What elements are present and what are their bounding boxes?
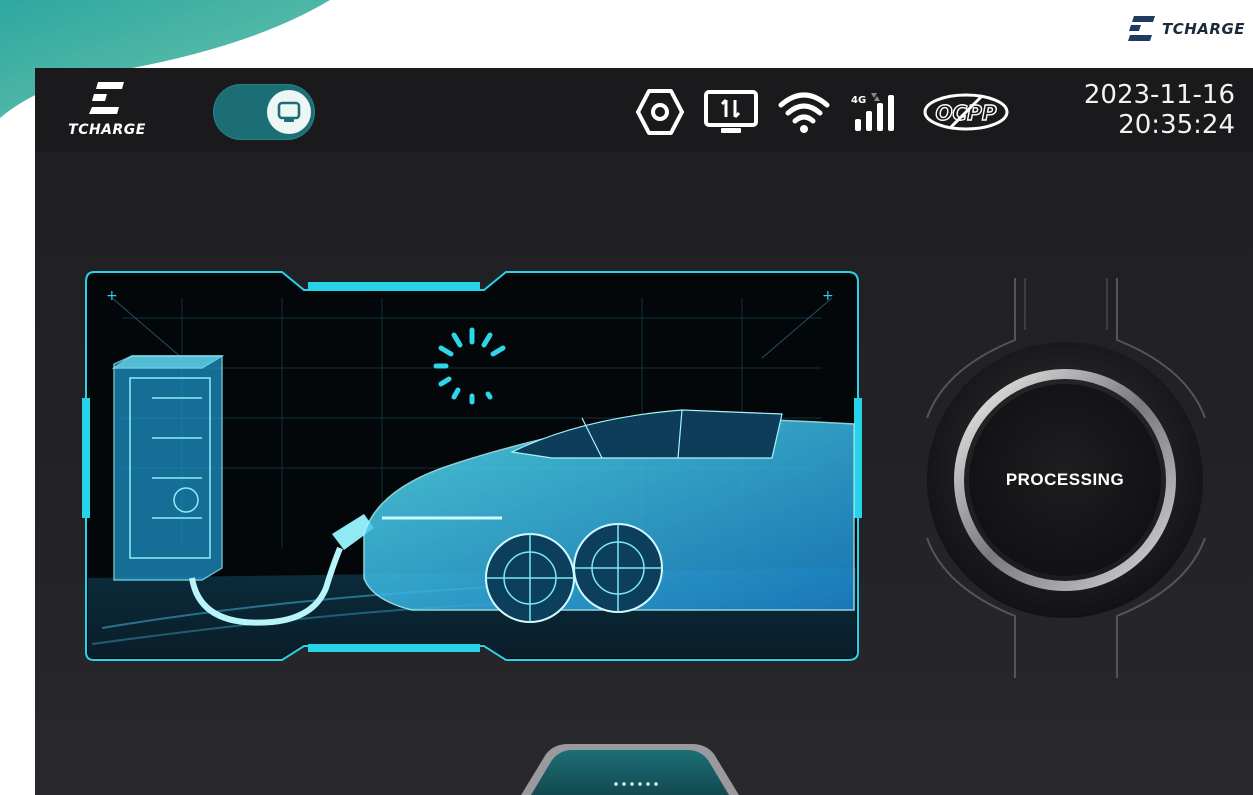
brand-header: TCHARGE	[1127, 16, 1245, 42]
svg-text:+: +	[106, 288, 118, 304]
wifi-icon	[777, 89, 831, 135]
toggle-knob	[267, 90, 311, 134]
cellular-label: 4G	[851, 95, 866, 106]
datetime: 2023-11-16 20:35:24	[1084, 80, 1235, 140]
header-logo: TCHARGE	[67, 82, 147, 144]
date-text: 2023-11-16	[1083, 80, 1235, 110]
ocpp-disconnected-icon: OCPP	[921, 89, 1011, 135]
processing-button[interactable]: PROCESSING	[969, 384, 1161, 576]
cellular-4g-icon: 4G	[849, 89, 903, 135]
processing-label: PROCESSING	[1005, 470, 1125, 489]
screen-icon	[277, 101, 301, 122]
ev-charging-illustration: + + + +	[82, 271, 862, 661]
bottom-menu-tab[interactable]	[510, 740, 750, 795]
brand-name: TCHARGE	[1161, 20, 1245, 38]
data-transfer-icon	[703, 89, 759, 135]
status-icons: 4G OCPP	[635, 82, 1011, 142]
settings-hex-icon[interactable]	[635, 87, 685, 137]
display-mode-toggle[interactable]	[213, 84, 315, 140]
header-logo-text: TCHARGE	[68, 122, 146, 138]
svg-text:+: +	[822, 288, 834, 304]
processing-control: PROCESSING	[905, 248, 1245, 698]
tcharge-logo-icon	[1127, 16, 1155, 41]
status-bar: TCHARGE 4G 2023-11-16 20:35:24	[35, 68, 1253, 152]
time-text: 20:35:24	[1118, 110, 1235, 140]
tcharge-logo-icon	[89, 82, 124, 114]
charger-screen: TCHARGE 4G 2023-11-16 20:35:24 + + PROCE…	[35, 68, 1253, 795]
